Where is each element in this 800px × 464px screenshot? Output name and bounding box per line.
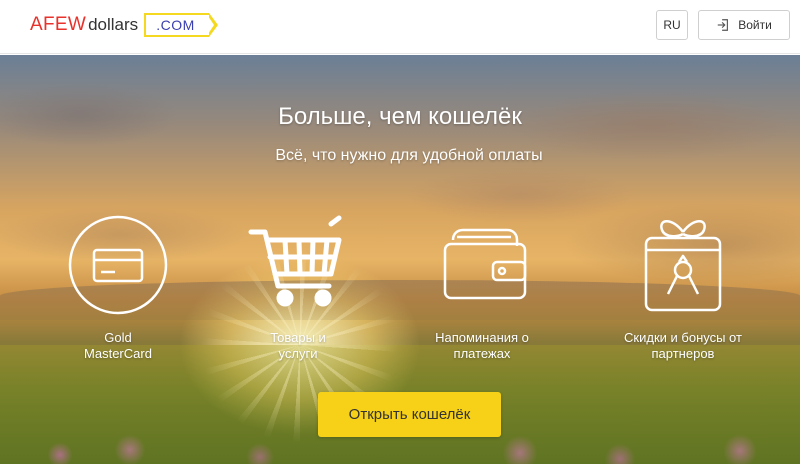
open-wallet-button[interactable]: Открыть кошелёк [318,392,501,437]
site-header: AFEW dollars .COM RU Войти [0,0,800,54]
wallet-icon [443,228,527,300]
credit-card-icon [68,215,168,315]
feature-label-line2: партнеров [651,346,715,361]
logo-afew-text: AFEW [30,14,87,35]
site-logo[interactable]: AFEW dollars .COM [30,12,218,38]
feature-label-line2: MasterCard [84,346,152,361]
hero-subtitle: Всё, что нужно для удобной оплаты [275,147,543,164]
feature-label-line1: Скидки и бонусы от [624,330,742,345]
feature-payment-reminders: Напоминания о платежах [402,210,562,362]
hero-title: Больше, чем кошелёк [278,103,522,130]
feature-label-line2: платежах [453,346,511,361]
feature-gold-mastercard: Gold MasterCard [38,210,198,362]
login-button[interactable]: Войти [698,10,790,40]
feature-goods-services: Товары и услуги [218,210,378,362]
login-icon [717,19,729,31]
feature-discounts-bonuses: Скидки и бонусы от партнеров [603,210,763,362]
shopping-cart-icon [248,215,342,307]
logo-com-tag: .COM [144,13,218,37]
hero-banner: Больше, чем кошелёк Всё, что нужно для у… [0,55,800,464]
feature-label-line1: Товары и [270,330,326,345]
feature-label-line2: услуги [278,346,318,361]
gift-icon [644,220,722,312]
logo-dollars-text: dollars [88,15,139,34]
login-button-label: Войти [738,18,772,32]
feature-label-line1: Напоминания о [435,330,529,345]
language-switch-button[interactable]: RU [656,10,688,40]
feature-label-line1: Gold [104,330,132,345]
